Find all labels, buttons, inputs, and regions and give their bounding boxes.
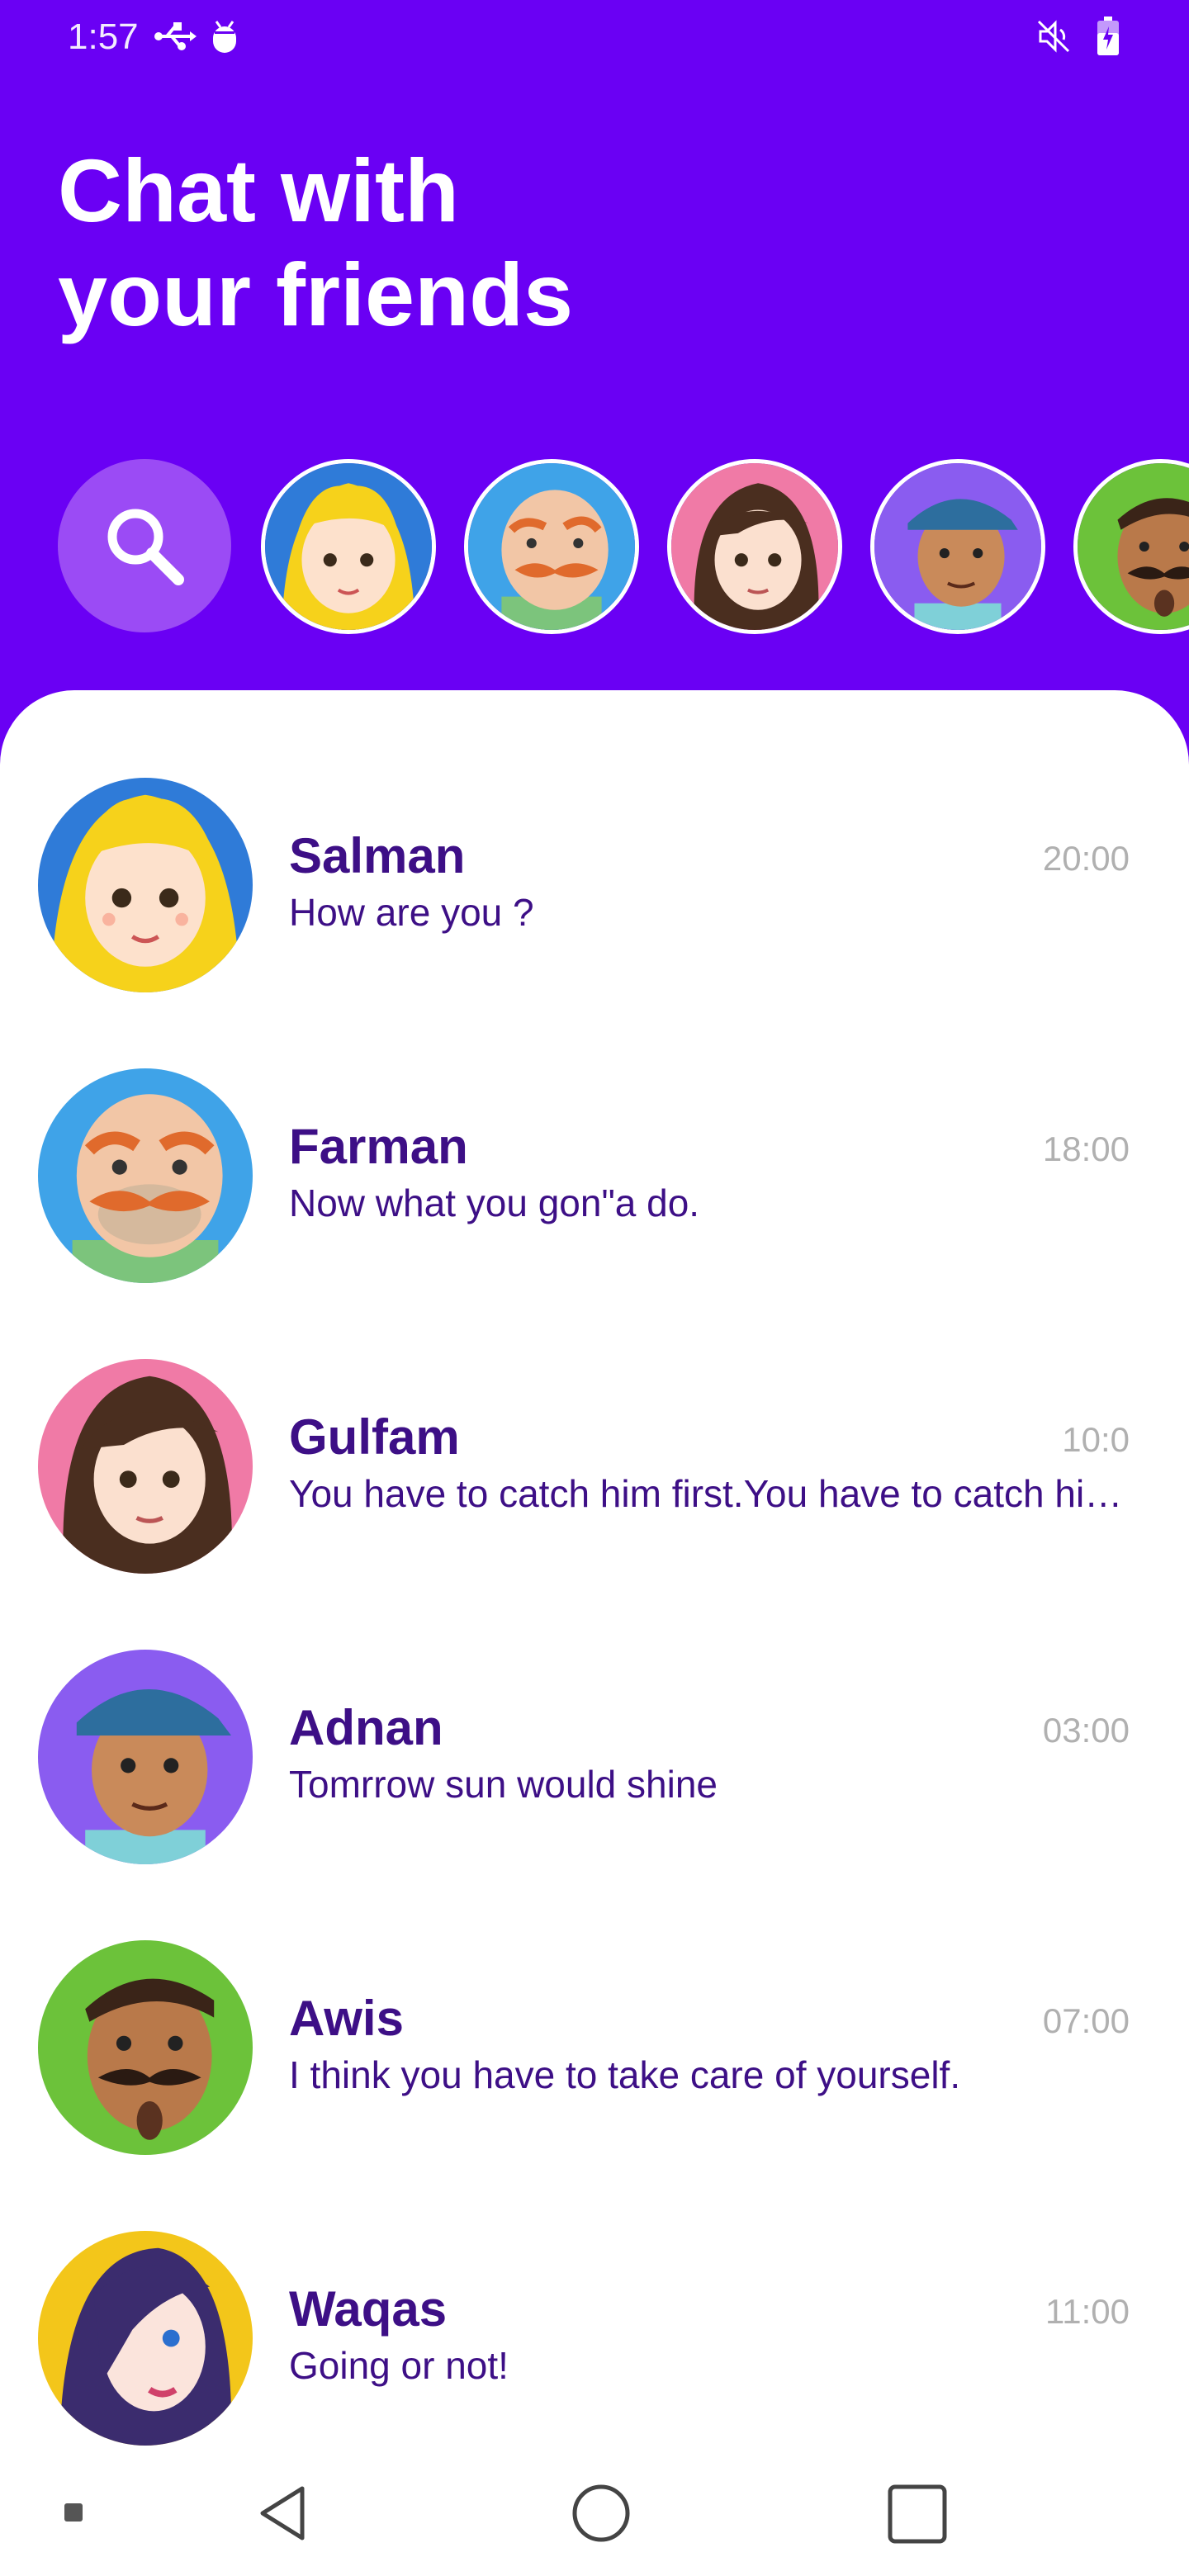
chat-time: 10:0 [1062,1420,1130,1459]
mute-icon [1035,18,1072,54]
chat-row-waqas[interactable]: Waqas Going or not! 11:00 [0,2231,1189,2479]
chat-last-message: Tomrrow sun would shine [289,1763,718,1806]
avatar [38,2231,253,2446]
chat-name: Waqas [289,2281,448,2337]
avatar [38,1650,253,1864]
search-button[interactable] [58,459,231,632]
chat-name: Gulfam [289,1409,460,1465]
story-avatar-awis[interactable] [1073,459,1189,634]
chat-row-awis[interactable]: Awis I think you have to take care of yo… [0,1940,1189,2188]
recents-icon[interactable] [887,2484,948,2545]
debug-icon [206,18,243,54]
avatar [38,1359,253,1574]
nav-indicator-icon [64,2503,83,2522]
chat-last-message: How are you ? [289,891,534,934]
chat-row-adnan[interactable]: Adnan Tomrrow sun would shine 03:00 [0,1650,1189,1897]
story-avatar-farman[interactable] [464,459,639,634]
title-line-2: your friends [58,244,574,344]
chat-last-message: Going or not! [289,2344,509,2387]
system-nav-bar [0,2452,1189,2576]
chat-list: Salman How are you ? 20:00 Farman Now wh… [0,690,1189,2576]
chat-time: 18:00 [1042,1129,1130,1168]
chat-row-gulfam[interactable]: Gulfam You have to catch him first.You h… [0,1359,1189,1607]
status-bar: 1:57 [0,0,1189,79]
story-avatar-salman[interactable] [261,459,436,634]
chat-last-message: I think you have to take care of yoursel… [289,2053,961,2096]
chat-time: 11:00 [1045,2292,1130,2331]
stories-row [0,459,1189,636]
battery-icon [1097,17,1120,56]
search-icon [99,500,190,591]
page-title: Chat with your friends [58,139,573,347]
chat-time: 07:00 [1042,2001,1130,2040]
home-icon[interactable] [570,2482,632,2545]
chat-time: 03:00 [1042,1711,1130,1750]
avatar [38,778,253,992]
chat-name: Awis [289,1991,404,2046]
story-avatar-gulfam[interactable] [667,459,842,634]
story-avatar-adnan[interactable] [870,459,1045,634]
avatar [38,1068,253,1283]
usb-icon [154,20,197,53]
chat-last-message: You have to catch him first.You have to … [289,1472,1131,1515]
avatar [38,1940,253,2155]
chat-name: Adnan [289,1700,443,1755]
chat-time: 20:00 [1042,839,1130,878]
chat-row-farman[interactable]: Farman Now what you gon"a do. 18:00 [0,1068,1189,1316]
chat-name: Farman [289,1119,468,1174]
status-time: 1:57 [68,17,139,57]
chat-name: Salman [289,828,466,883]
title-line-1: Chat with [58,140,459,240]
chat-row-salman[interactable]: Salman How are you ? 20:00 [0,778,1189,1025]
chat-last-message: Now what you gon"a do. [289,1181,700,1224]
back-icon[interactable] [253,2482,315,2545]
